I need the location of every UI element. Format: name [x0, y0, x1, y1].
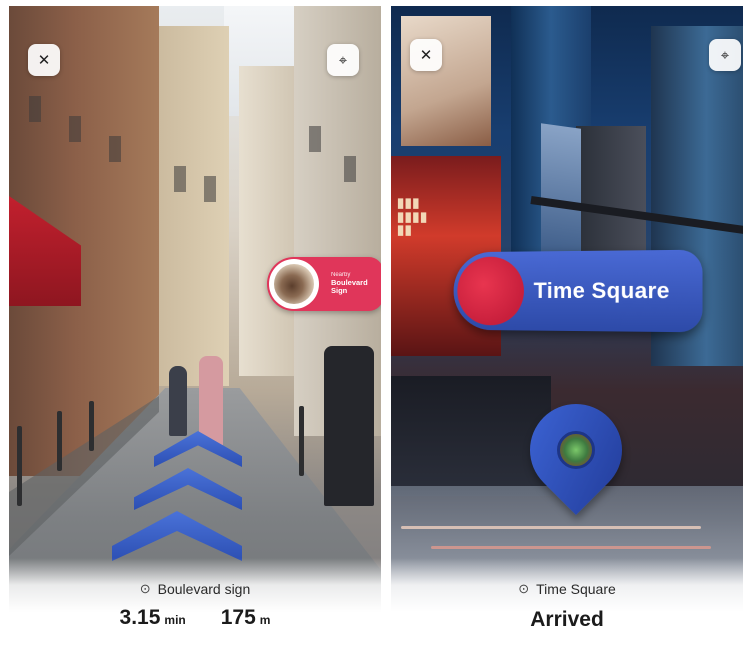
building: [149, 26, 229, 386]
poi-thumbnail: [269, 259, 319, 309]
building-window: [29, 96, 41, 122]
billboard-poster: [401, 16, 491, 146]
close-icon: ✕: [419, 47, 433, 64]
close-icon: ✕: [37, 52, 51, 69]
poi-kicker: Nearby: [331, 272, 351, 279]
trip-stats: 3.15 min 175 m: [9, 606, 381, 630]
eta-unit: min: [164, 613, 186, 627]
eta-value: 3.15: [119, 606, 161, 629]
distance-unit: m: [259, 613, 271, 627]
ar-destination-label: Time Square: [453, 249, 703, 333]
light-streak: [431, 546, 711, 549]
billboard-screen: [541, 123, 581, 259]
ar-arrival-screen: ▮▮▮ ▮▮▮▮ ▮▮ Time Square ✕ ⌖ ⊙ Time Square …: [391, 6, 743, 648]
pedestrian: [199, 356, 223, 446]
recenter-button[interactable]: ⌖: [327, 44, 359, 76]
ar-label-dot: [457, 256, 524, 326]
building-window: [174, 166, 186, 192]
poi-text: Nearby Boulevard Sign: [331, 272, 371, 295]
close-button[interactable]: ✕: [410, 39, 442, 71]
ar-navigation-screen: ✕ ⌖ Nearby Boulevard Sign ⊙ Boulevard si…: [9, 6, 381, 648]
recenter-button[interactable]: ⌖: [709, 39, 741, 71]
building-window: [204, 176, 216, 202]
bollard: [89, 401, 94, 451]
ar-label-title: Time Square: [533, 277, 670, 304]
navigation-info-panel: [391, 558, 743, 648]
billboard-graphic: ▮▮▮ ▮▮▮▮ ▮▮: [397, 195, 428, 238]
building-window: [69, 116, 81, 142]
arrival-status: Arrived: [530, 608, 604, 631]
bollard: [299, 406, 304, 476]
building-window: [309, 126, 321, 152]
location-pin-icon: ⊙: [518, 581, 530, 596]
light-streak: [401, 526, 701, 529]
eta-stat: 3.15 min: [120, 606, 186, 630]
ar-pin-window: [549, 423, 603, 477]
billboard: [391, 376, 551, 496]
destination-name: Boulevard sign: [157, 581, 251, 597]
locate-icon: ⌖: [720, 46, 730, 64]
bollard: [17, 426, 22, 506]
building-window: [109, 136, 121, 162]
poi-image: [274, 264, 314, 304]
location-pin-icon: ⊙: [139, 581, 151, 596]
locate-icon: ⌖: [338, 51, 348, 69]
destination-name: Time Square: [536, 581, 616, 597]
pedestrian: [324, 346, 374, 506]
distance-stat: 175 m: [221, 606, 271, 630]
close-button[interactable]: ✕: [28, 44, 60, 76]
bollard: [57, 411, 62, 471]
poi-title: Boulevard Sign: [331, 278, 368, 296]
building-window: [344, 156, 356, 182]
distance-value: 175: [220, 606, 256, 629]
building: [239, 66, 299, 376]
navigation-info-panel: [9, 558, 381, 648]
destination-row: ⊙ Time Square: [391, 581, 743, 597]
destination-row: ⊙ Boulevard sign: [9, 581, 381, 597]
pedestrian: [169, 366, 187, 436]
nearby-poi-card[interactable]: Nearby Boulevard Sign: [267, 257, 381, 311]
